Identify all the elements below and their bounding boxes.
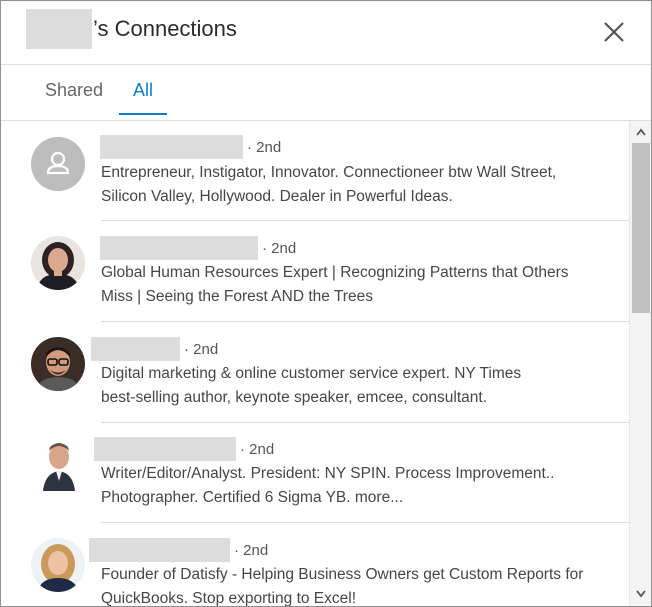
headline-line: best-selling author, keynote speaker, em…: [101, 389, 488, 406]
degree-label: · 2nd: [247, 138, 282, 156]
tab-shared[interactable]: Shared: [45, 80, 103, 113]
connection-headline: Entrepreneur, Instigator, Innovator. Con…: [101, 161, 611, 209]
redacted-name[interactable]: [94, 437, 236, 461]
close-button[interactable]: [599, 17, 629, 47]
dialog-title: ’s Connections: [26, 9, 237, 49]
connection-headline: Founder of Datisfy - Helping Business Ow…: [101, 563, 611, 607]
divider: [101, 522, 629, 523]
tab-all[interactable]: All: [119, 80, 167, 115]
default-person-icon[interactable]: [31, 137, 85, 191]
connection-headline: Global Human Resources Expert | Recogniz…: [101, 261, 611, 309]
connection-headline: Digital marketing & online customer serv…: [101, 362, 611, 410]
profile-photo[interactable]: [31, 538, 85, 592]
connection-name-row: · 2nd: [100, 236, 296, 260]
scroll-down-button[interactable]: [630, 585, 651, 603]
degree-label: · 2nd: [184, 340, 219, 358]
list-item[interactable]: · 2nd Digital marketing & online custome…: [1, 323, 629, 423]
headline-line: Founder of Datisfy - Helping Business Ow…: [101, 566, 584, 583]
connection-name-row: · 2nd: [94, 437, 275, 461]
redacted-name[interactable]: [91, 337, 180, 361]
dialog-header: ’s Connections: [1, 1, 651, 65]
redacted-name[interactable]: [100, 236, 258, 260]
headline-line: Writer/Editor/Analyst. President: NY SPI…: [101, 465, 555, 482]
connections-dialog: ’s Connections Shared All · 2nd Entrepre…: [0, 0, 652, 607]
connections-list: · 2nd Entrepreneur, Instigator, Innovato…: [1, 121, 629, 607]
degree-label: · 2nd: [234, 541, 269, 559]
list-item[interactable]: · 2nd Founder of Datisfy - Helping Busin…: [1, 524, 629, 607]
degree-label: · 2nd: [240, 440, 275, 458]
chevron-up-icon: [636, 128, 646, 136]
list-item[interactable]: · 2nd Entrepreneur, Instigator, Innovato…: [1, 121, 629, 221]
close-icon: [604, 22, 624, 42]
headline-line: QuickBooks. Stop exporting to Excel!: [101, 590, 357, 607]
headline-line: Photographer. Certified 6 Sigma YB. more…: [101, 489, 404, 506]
connection-name-row: · 2nd: [100, 135, 281, 159]
headline-line: Miss | Seeing the Forest AND the Trees: [101, 288, 373, 305]
redacted-name[interactable]: [89, 538, 230, 562]
redacted-name[interactable]: [100, 135, 243, 159]
list-item[interactable]: · 2nd Global Human Resources Expert | Re…: [1, 222, 629, 322]
profile-photo[interactable]: [31, 437, 85, 491]
headline-line: Global Human Resources Expert | Recogniz…: [101, 264, 569, 281]
scroll-up-button[interactable]: [630, 123, 651, 141]
headline-line: Entrepreneur, Instigator, Innovator. Con…: [101, 164, 557, 181]
degree-label: · 2nd: [262, 239, 297, 257]
connection-name-row: · 2nd: [89, 538, 269, 562]
list-item[interactable]: · 2nd Writer/Editor/Analyst. President: …: [1, 423, 629, 523]
connection-headline: Writer/Editor/Analyst. President: NY SPI…: [101, 462, 611, 510]
headline-line: Silicon Valley, Hollywood. Dealer in Pow…: [101, 188, 453, 205]
divider: [101, 321, 629, 322]
chevron-down-icon: [636, 590, 646, 598]
connection-name-row: · 2nd: [91, 337, 219, 361]
scroll-thumb[interactable]: [632, 143, 650, 313]
tab-bar: Shared All: [1, 65, 651, 121]
dialog-title-text: ’s Connections: [93, 16, 237, 41]
profile-photo[interactable]: [31, 236, 85, 290]
profile-photo[interactable]: [31, 337, 85, 391]
headline-line: Digital marketing & online customer serv…: [101, 365, 522, 382]
divider: [101, 220, 629, 221]
vertical-scrollbar[interactable]: [629, 121, 651, 606]
redacted-name: [26, 9, 92, 49]
